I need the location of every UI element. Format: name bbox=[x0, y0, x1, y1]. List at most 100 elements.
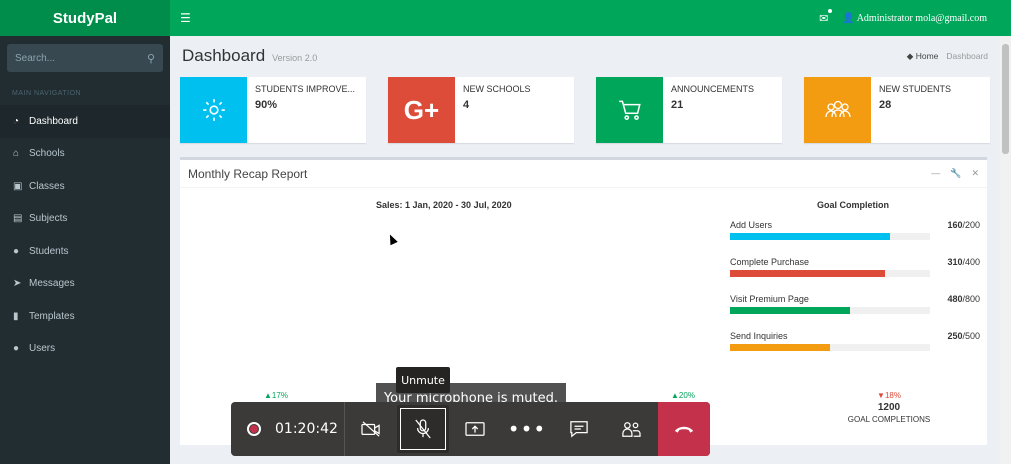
stat-value: 28 bbox=[879, 99, 892, 111]
participants-icon bbox=[622, 422, 641, 437]
box-header: Monthly Recap Report — 🔧 ✕ bbox=[180, 160, 987, 188]
nav-header: MAIN NAVIGATION bbox=[12, 90, 82, 97]
stat-box-new-schools[interactable]: G+ NEW SCHOOLS 4 bbox=[388, 77, 574, 143]
stat-box-announcements[interactable]: ANNOUNCEMENTS 21 bbox=[596, 77, 782, 143]
sidebar-item-label: Dashboard bbox=[29, 115, 78, 127]
sidebar-search: ⚲ bbox=[7, 44, 163, 72]
box-tools: — 🔧 ✕ bbox=[931, 168, 979, 179]
goal-visit-premium: Visit Premium Page 480/800 bbox=[730, 294, 980, 314]
gear-icon bbox=[180, 77, 247, 143]
users-icon: ● bbox=[13, 343, 20, 355]
sidebar-item-dashboard[interactable]: ◔ Dashboard bbox=[0, 105, 170, 138]
sales-title: Sales: 1 Jan, 2020 - 30 Jul, 2020 bbox=[376, 200, 512, 210]
sidebar-item-label: Classes bbox=[29, 180, 65, 192]
sidebar-item-label: Users bbox=[29, 343, 56, 355]
notification-dot bbox=[828, 8, 833, 13]
footer-stat-label: GOAL COMPLETIONS bbox=[847, 415, 931, 424]
group-icon bbox=[804, 77, 871, 143]
goal-label: Send Inquiries bbox=[730, 331, 788, 341]
close-icon[interactable]: ✕ bbox=[971, 168, 979, 179]
share-screen-button[interactable] bbox=[449, 402, 501, 456]
sidebar-item-templates[interactable]: ▮ Templates bbox=[0, 300, 170, 333]
sidebar-item-students[interactable]: ● Students bbox=[0, 235, 170, 268]
progress-fill bbox=[730, 307, 850, 314]
goal-value: 250/500 bbox=[947, 331, 980, 341]
more-options-button[interactable]: ••• bbox=[501, 402, 553, 456]
home-icon: ◆ bbox=[906, 50, 914, 61]
user-menu[interactable]: 👤 Administrator mola@gmail.com bbox=[842, 13, 987, 24]
progress-fill bbox=[730, 344, 830, 351]
sidebar-item-schools[interactable]: ⌂ Schools bbox=[0, 138, 170, 171]
user-icon: 👤 bbox=[842, 12, 855, 24]
more-icon: ••• bbox=[507, 417, 547, 441]
main-content: Dashboard Version 2.0 ◆ Home Dashboard S… bbox=[170, 36, 1000, 464]
goal-label: Complete Purchase bbox=[730, 257, 810, 267]
wrench-icon[interactable]: 🔧 bbox=[950, 168, 961, 179]
progress-fill bbox=[730, 270, 885, 277]
progress-bar bbox=[730, 307, 930, 314]
scrollbar-thumb[interactable] bbox=[1002, 44, 1009, 154]
stat-label: ANNOUNCEMENTS bbox=[671, 84, 755, 94]
sidebar-item-label: Schools bbox=[29, 148, 65, 160]
bank-icon: ⌂ bbox=[13, 148, 20, 160]
goal-label: Add Users bbox=[730, 220, 773, 230]
user-label: Administrator mola@gmail.com bbox=[856, 12, 987, 24]
progress-bar bbox=[730, 344, 930, 351]
classes-icon: ▣ bbox=[13, 180, 23, 192]
unmute-button[interactable] bbox=[397, 405, 449, 453]
camera-off-button[interactable] bbox=[345, 402, 397, 456]
goal-value: 480/800 bbox=[947, 294, 980, 304]
sidebar-item-label: Messages bbox=[29, 278, 75, 290]
phone-hangup-icon bbox=[674, 426, 694, 433]
call-control-bar: 01:20:42 ••• bbox=[231, 402, 710, 456]
sidebar-item-label: Students bbox=[29, 245, 69, 257]
footer-stat-pct: ▲17% bbox=[264, 391, 288, 400]
progress-bar bbox=[730, 233, 930, 240]
page-scrollbar[interactable] bbox=[1000, 36, 1011, 464]
collapse-icon[interactable]: — bbox=[931, 168, 940, 179]
camera-off-icon bbox=[361, 421, 380, 437]
envelope-icon[interactable]: ✉ bbox=[819, 8, 833, 25]
stat-box-new-students[interactable]: NEW STUDENTS 28 bbox=[804, 77, 990, 143]
mic-off-icon bbox=[415, 419, 431, 439]
stat-label: NEW STUDENTS bbox=[879, 84, 951, 94]
sidebar-item-classes[interactable]: ▣ Classes bbox=[0, 170, 170, 203]
goal-add-users: Add Users 160/200 bbox=[730, 220, 980, 240]
record-icon bbox=[247, 422, 261, 436]
recording-indicator: 01:20:42 bbox=[231, 402, 345, 456]
chat-button[interactable] bbox=[553, 402, 605, 456]
breadcrumb-home[interactable]: ◆ Home bbox=[907, 51, 939, 62]
brand-logo[interactable]: StudyPal bbox=[0, 0, 170, 36]
topbar: ☰ ✉ 👤 Administrator mola@gmail.com bbox=[170, 0, 1011, 36]
footer-stat-pct: ▲20% bbox=[671, 391, 695, 400]
search-icon[interactable]: ⚲ bbox=[147, 52, 155, 65]
sidebar-item-messages[interactable]: ➤ Messages bbox=[0, 268, 170, 301]
goal-send-inquiries: Send Inquiries 250/500 bbox=[730, 331, 980, 351]
participants-button[interactable] bbox=[605, 402, 657, 456]
share-icon bbox=[465, 422, 485, 436]
hang-up-button[interactable] bbox=[658, 402, 710, 456]
stat-value: 90% bbox=[255, 99, 278, 111]
goal-title: Goal Completion bbox=[817, 200, 889, 210]
file-icon: ▮ bbox=[13, 310, 19, 322]
google-plus-icon: G+ bbox=[388, 77, 455, 143]
sidebar-item-users[interactable]: ● Users bbox=[0, 333, 170, 366]
progress-fill bbox=[730, 233, 890, 240]
stat-label: NEW SCHOOLS bbox=[463, 84, 531, 94]
breadcrumb-current: Dashboard bbox=[946, 50, 988, 61]
box-title: Monthly Recap Report bbox=[188, 166, 308, 181]
hamburger-menu-icon[interactable]: ☰ bbox=[180, 11, 191, 25]
search-input[interactable] bbox=[15, 52, 125, 64]
stat-box-students-improve[interactable]: STUDENTS IMPROVE... 90% bbox=[180, 77, 366, 143]
goal-complete-purchase: Complete Purchase 310/400 bbox=[730, 257, 980, 277]
page-title: Dashboard bbox=[182, 46, 266, 65]
sidebar: StudyPal ⚲ MAIN NAVIGATION ◔ Dashboard ⌂ S… bbox=[0, 0, 170, 464]
dashboard-icon: ◔ bbox=[13, 115, 20, 127]
breadcrumb: ◆ Home Dashboard bbox=[907, 51, 988, 62]
sidebar-item-subjects[interactable]: ▤ Subjects bbox=[0, 203, 170, 236]
footer-stat-goal: ▼18% 1200 GOAL COMPLETIONS bbox=[834, 391, 944, 424]
goal-value: 310/400 bbox=[947, 257, 980, 267]
cart-icon bbox=[596, 77, 663, 143]
stat-label: STUDENTS IMPROVE... bbox=[255, 84, 356, 94]
footer-stat-pct: ▼18% bbox=[877, 391, 901, 400]
